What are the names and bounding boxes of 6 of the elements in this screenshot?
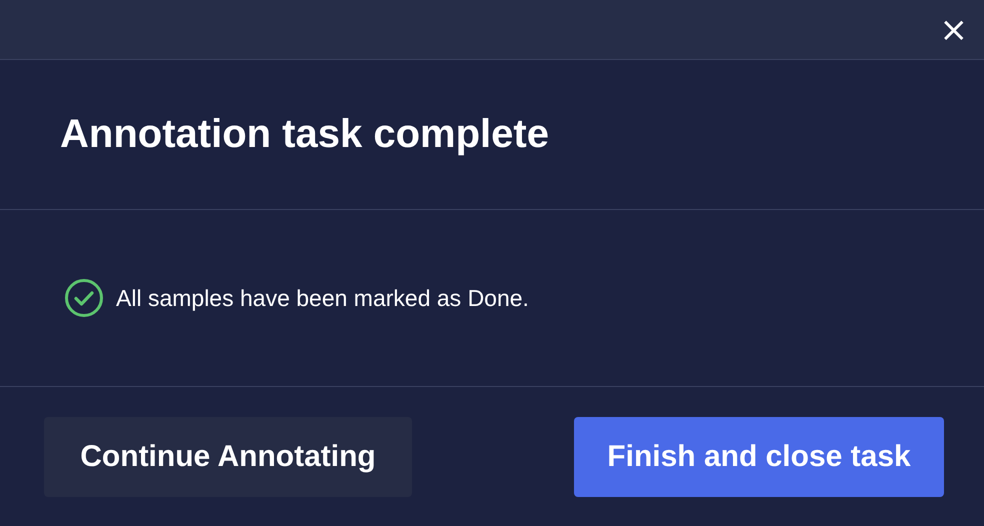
continue-button[interactable]: Continue Annotating	[44, 416, 412, 496]
dialog-title: Annotation task complete	[60, 112, 549, 157]
finish-button[interactable]: Finish and close task	[574, 416, 944, 496]
close-button[interactable]: ×	[936, 12, 972, 46]
check-circle-icon	[64, 278, 104, 318]
status-message: All samples have been marked as Done.	[116, 284, 529, 312]
